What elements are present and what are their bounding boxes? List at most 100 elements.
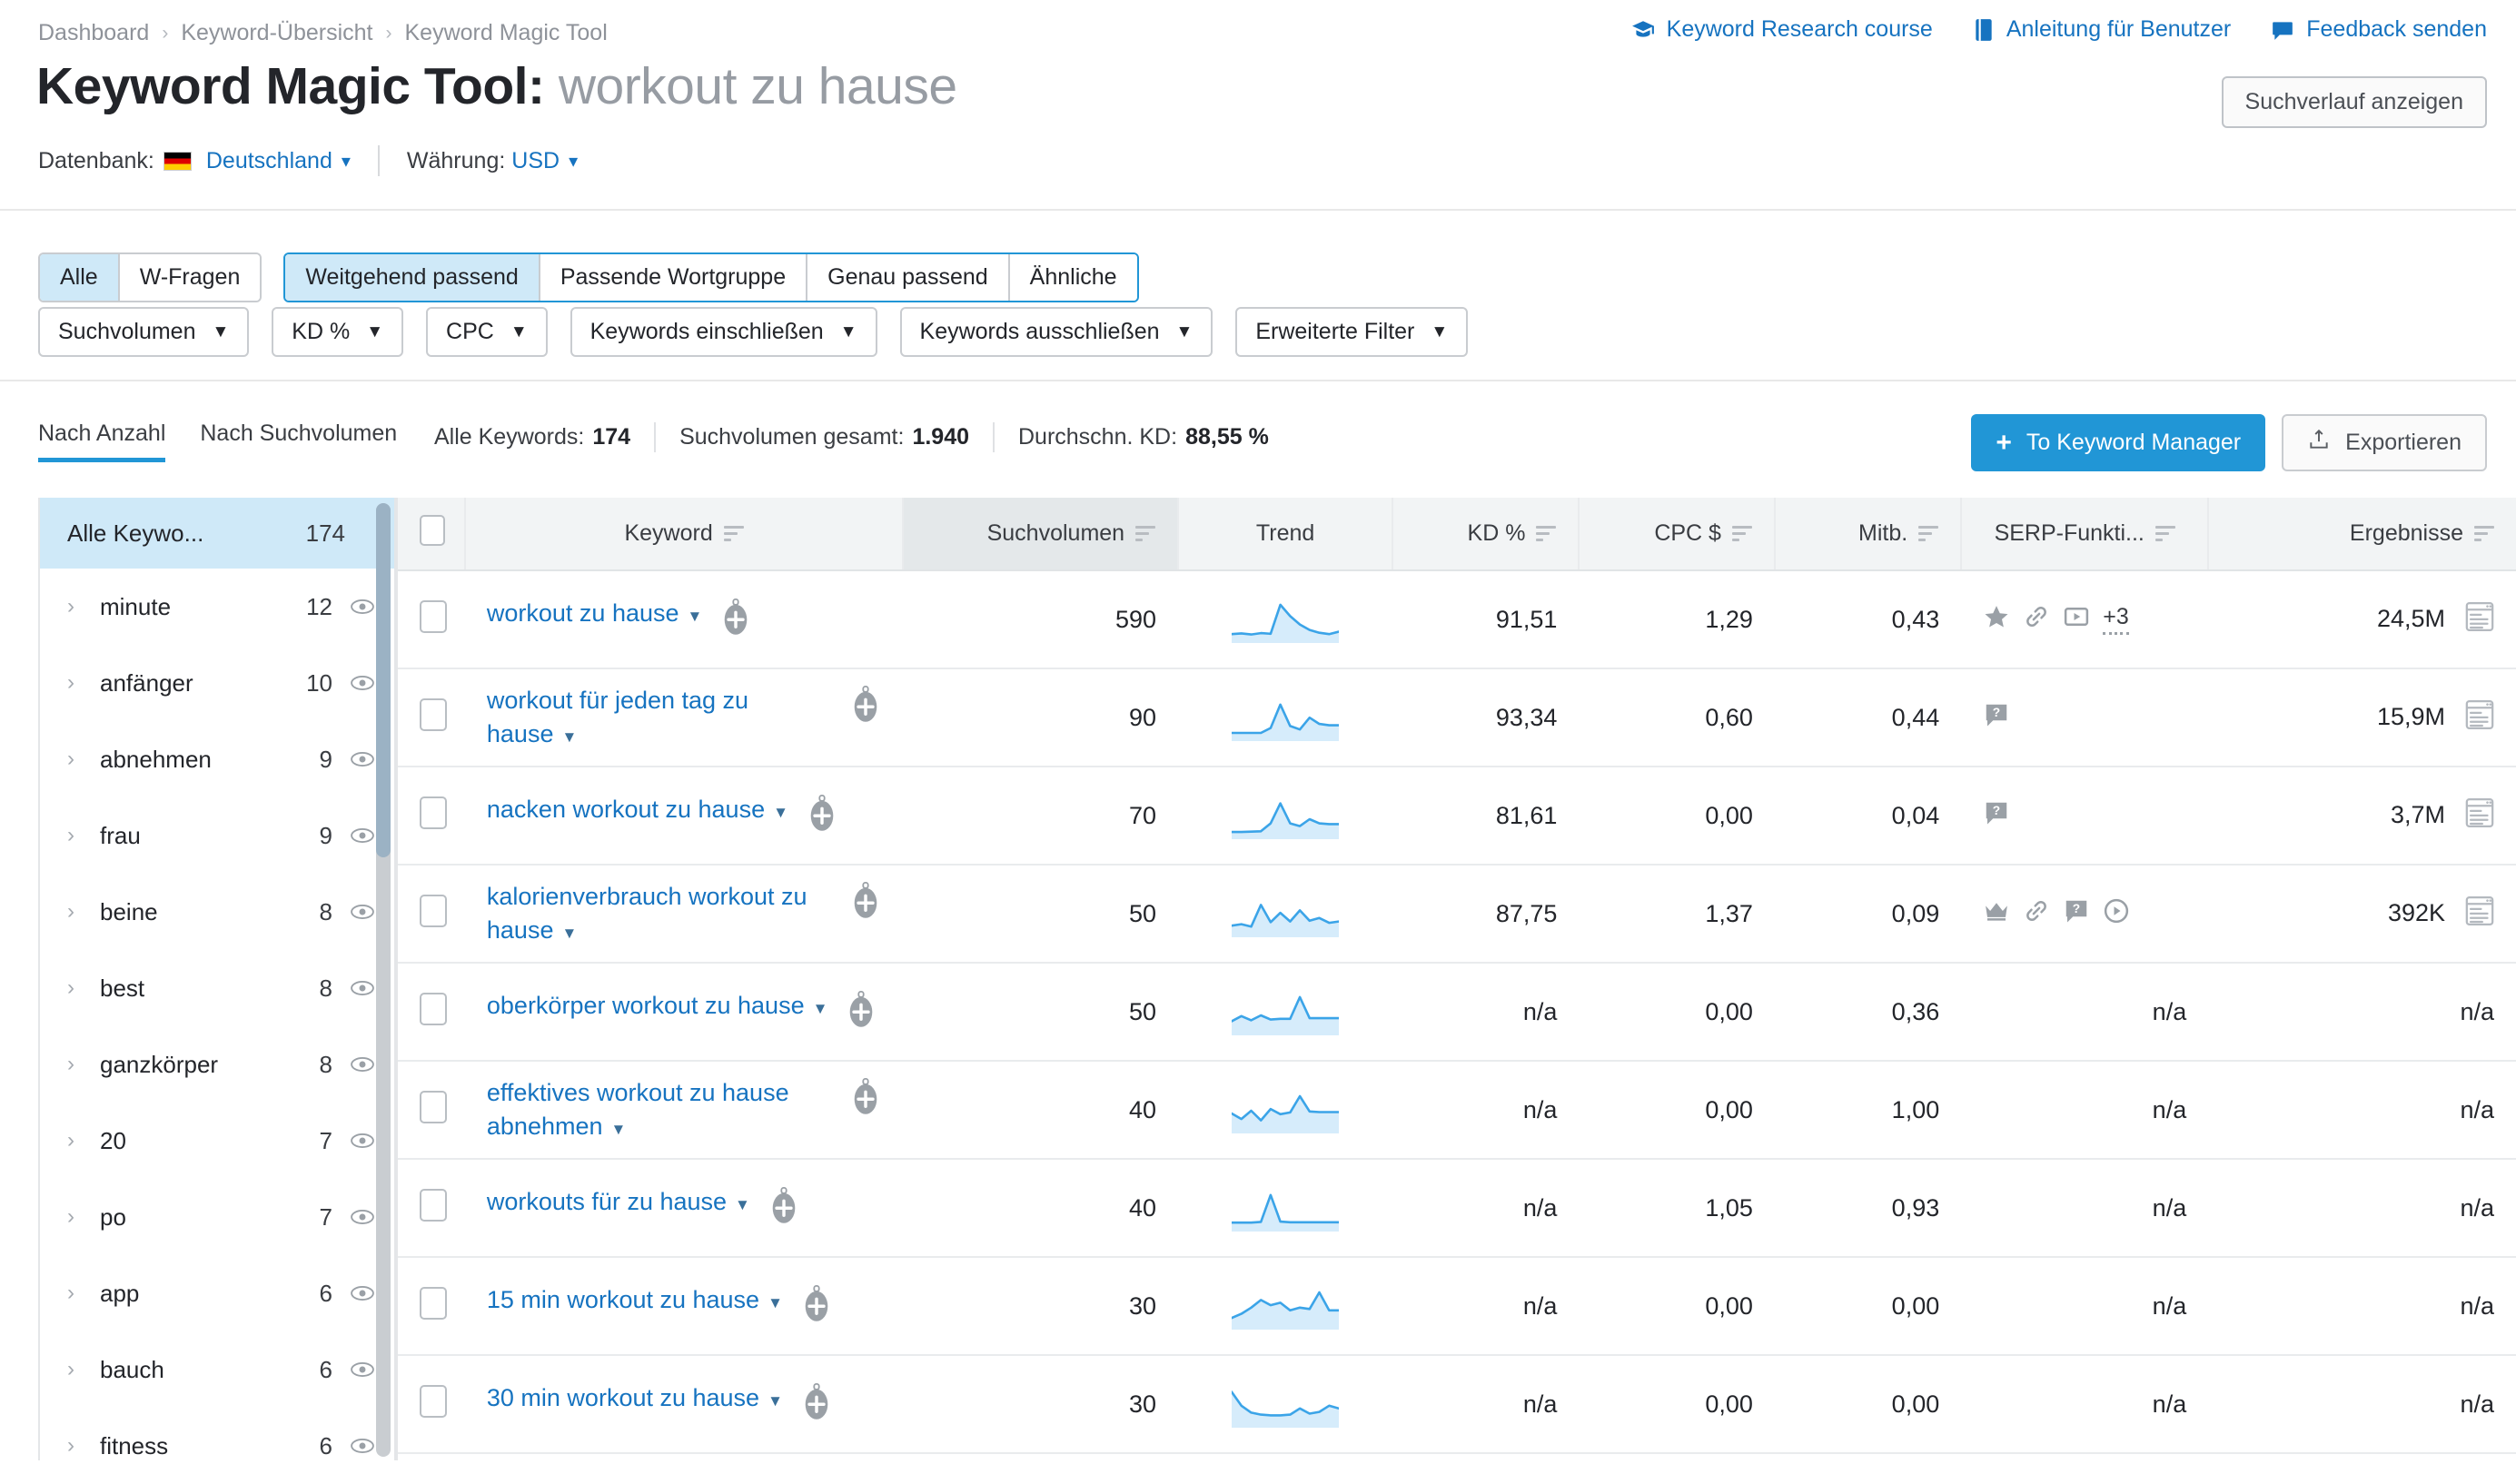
eye-icon[interactable] (351, 822, 374, 850)
sidebar-item-po[interactable]: › po 7 (40, 1179, 394, 1255)
question-icon[interactable]: ? (1983, 799, 2010, 833)
eye-icon[interactable] (351, 1280, 374, 1308)
keyword-link[interactable]: 15 min workout zu hause▼ (487, 1283, 783, 1317)
add-keyword-icon[interactable] (850, 686, 881, 730)
chevron-down-icon[interactable]: ▼ (561, 925, 577, 942)
chevron-down-icon[interactable]: ▼ (611, 1121, 627, 1138)
sidebar-item-abnehmen[interactable]: › abnehmen 9 (40, 721, 394, 797)
sidebar-item-frau[interactable]: › frau 9 (40, 797, 394, 874)
table-row[interactable]: nacken workout zu hause▼7081,610,000,04?… (398, 767, 2516, 865)
chevron-down-icon[interactable]: ▼ (768, 1392, 783, 1410)
sidebar-item-beine[interactable]: › beine 8 (40, 874, 394, 950)
sidebar-item-20[interactable]: › 20 7 (40, 1103, 394, 1179)
chevron-down-icon[interactable]: ▼ (735, 1196, 750, 1213)
keyword-link[interactable]: 30 min workout zu hause▼ (487, 1381, 783, 1415)
column-header-suchvolumen[interactable]: Suchvolumen (903, 498, 1178, 570)
database-value[interactable]: Deutschland (206, 148, 332, 174)
add-keyword-icon[interactable] (807, 795, 837, 839)
keyword-link[interactable]: nacken workout zu hause▼ (487, 793, 788, 826)
keyword-link[interactable]: effektives workout zu hause abnehmen▼ (487, 1076, 832, 1144)
table-row[interactable]: kalorienverbrauch workout zu hause▼5087,… (398, 865, 2516, 963)
link-anleitung-fuer-benutzer[interactable]: Anleitung für Benutzer (1973, 16, 2231, 43)
serp-preview-icon[interactable] (2465, 601, 2494, 638)
breadcrumb-item-keyword-magic-tool[interactable]: Keyword Magic Tool (405, 20, 608, 46)
filter-keywords-ausschliessen[interactable]: Keywords ausschließen ▼ (900, 307, 1213, 357)
keyword-link[interactable]: workout für jeden tag zu hause▼ (487, 684, 832, 752)
row-checkbox[interactable] (420, 600, 447, 633)
row-checkbox[interactable] (420, 895, 447, 927)
serp-more-badge[interactable]: +3 (2103, 604, 2129, 635)
filter-erweiterte-filter[interactable]: Erweiterte Filter ▼ (1235, 307, 1468, 357)
column-header-kd[interactable]: KD % (1392, 498, 1579, 570)
star-icon[interactable] (1983, 603, 2010, 637)
tab-w-fragen[interactable]: W-Fragen (120, 254, 261, 301)
tab-nach-anzahl[interactable]: Nach Anzahl (38, 420, 165, 462)
video-icon[interactable] (2063, 603, 2090, 637)
filter-suchvolumen[interactable]: Suchvolumen ▼ (38, 307, 249, 357)
tab-alle[interactable]: Alle (40, 254, 120, 301)
add-keyword-icon[interactable] (801, 1285, 832, 1330)
question-icon[interactable]: ? (1983, 701, 2010, 735)
link-keyword-research-course[interactable]: Keyword Research course (1631, 16, 1933, 43)
column-header-mitbewerb[interactable]: Mitb. (1775, 498, 1961, 570)
sidebar-item-alle-keywords[interactable]: Alle Keywo... 174 (40, 498, 394, 569)
sidebar-item-app[interactable]: › app 6 (40, 1255, 394, 1331)
row-checkbox[interactable] (420, 993, 447, 1025)
column-header-keyword[interactable]: Keyword (465, 498, 903, 570)
keyword-link[interactable]: workouts für zu hause▼ (487, 1185, 750, 1219)
sidebar-item-bauch[interactable]: › bauch 6 (40, 1331, 394, 1408)
serp-preview-icon[interactable] (2465, 797, 2494, 835)
add-keyword-icon[interactable] (768, 1187, 799, 1232)
sidebar-item-ganzkoerper[interactable]: › ganzkörper 8 (40, 1026, 394, 1103)
show-search-history-button[interactable]: Suchverlauf anzeigen (2222, 76, 2487, 128)
sidebar-scrollbar-thumb[interactable] (376, 503, 391, 857)
eye-icon[interactable] (351, 974, 374, 1003)
filter-keywords-einschliessen[interactable]: Keywords einschließen ▼ (570, 307, 877, 357)
chevron-down-icon[interactable]: ▼ (773, 804, 788, 821)
export-button[interactable]: Exportieren (2282, 414, 2487, 471)
link-feedback-senden[interactable]: Feedback senden (2271, 16, 2487, 43)
add-keyword-icon[interactable] (846, 991, 877, 1035)
question-icon[interactable]: ? (2063, 897, 2090, 931)
row-checkbox[interactable] (420, 698, 447, 731)
table-row[interactable]: 15 min workout zu hause▼30n/a0,000,00n/a… (398, 1257, 2516, 1355)
chevron-down-icon[interactable]: ▾ (569, 150, 578, 173)
row-checkbox[interactable] (420, 1287, 447, 1320)
select-all-checkbox[interactable] (420, 515, 445, 546)
add-keyword-icon[interactable] (801, 1383, 832, 1428)
add-keyword-icon[interactable] (850, 1078, 881, 1123)
table-row[interactable]: workouts für zu hause▼40n/a1,050,93n/an/… (398, 1159, 2516, 1257)
serp-preview-icon[interactable] (2465, 895, 2494, 933)
eye-icon[interactable] (351, 669, 374, 697)
sidebar-item-anfaenger[interactable]: › anfänger 10 (40, 645, 394, 721)
tab-weitgehend-passend[interactable]: Weitgehend passend (285, 254, 540, 301)
breadcrumb-item-dashboard[interactable]: Dashboard (38, 20, 149, 46)
table-row[interactable]: workout zu hause▼59091,511,290,43+324,5M (398, 570, 2516, 668)
eye-icon[interactable] (351, 1051, 374, 1079)
add-keyword-icon[interactable] (720, 599, 751, 643)
eye-icon[interactable] (351, 1356, 374, 1384)
chevron-down-icon[interactable]: ▾ (342, 150, 351, 173)
to-keyword-manager-button[interactable]: + To Keyword Manager (1971, 414, 2265, 471)
chevron-down-icon[interactable]: ▼ (768, 1294, 783, 1311)
column-header-cpc[interactable]: CPC $ (1579, 498, 1775, 570)
eye-icon[interactable] (351, 1127, 374, 1155)
column-header-ergebnisse[interactable]: Ergebnisse (2208, 498, 2516, 570)
eye-icon[interactable] (351, 898, 374, 926)
sidebar-item-best[interactable]: › best 8 (40, 950, 394, 1026)
link-icon[interactable] (2023, 897, 2050, 931)
eye-icon[interactable] (351, 1432, 374, 1460)
row-checkbox[interactable] (420, 796, 447, 829)
eye-icon[interactable] (351, 1203, 374, 1232)
sidebar-item-fitness[interactable]: › fitness 6 (40, 1408, 394, 1484)
column-header-serp-funktionen[interactable]: SERP-Funkti... (1961, 498, 2208, 570)
chevron-down-icon[interactable]: ▼ (813, 1000, 828, 1017)
row-checkbox[interactable] (420, 1189, 447, 1222)
eye-icon[interactable] (351, 746, 374, 774)
crown-icon[interactable] (1983, 897, 2010, 931)
tab-genau-passend[interactable]: Genau passend (807, 254, 1010, 301)
play-circle-icon[interactable] (2103, 897, 2130, 931)
chevron-down-icon[interactable]: ▼ (561, 728, 577, 746)
serp-preview-icon[interactable] (2465, 699, 2494, 737)
sidebar-item-minute[interactable]: › minute 12 (40, 569, 394, 645)
